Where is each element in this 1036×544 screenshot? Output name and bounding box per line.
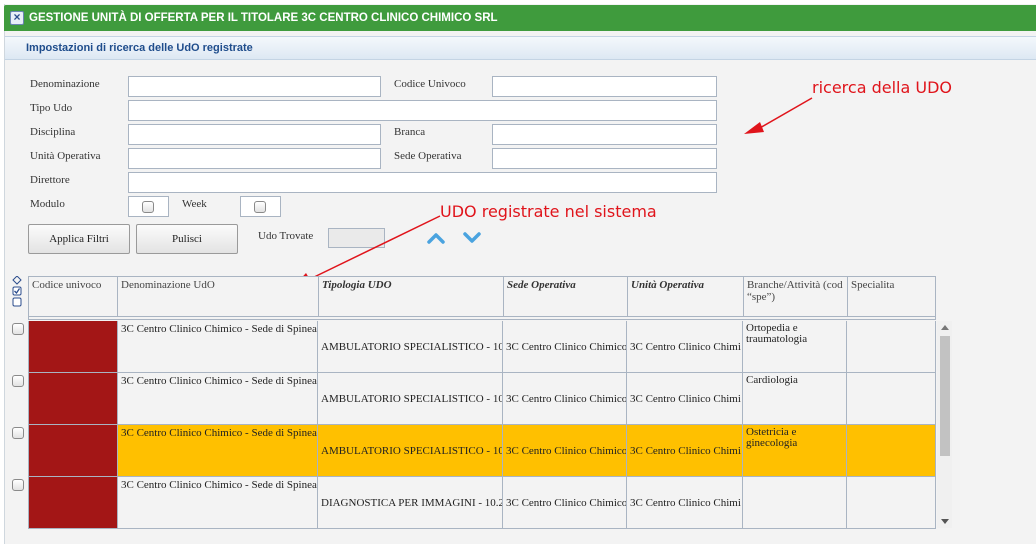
disciplina-field[interactable] — [128, 124, 381, 145]
search-annotation: ricerca della UDO — [812, 78, 952, 97]
disciplina-label: Disciplina — [30, 126, 76, 138]
table-header: Codice univoco Denominazione UdO Tipolog… — [28, 276, 936, 317]
tipo-udo-label: Tipo Udo — [30, 102, 73, 114]
scroll-up-icon[interactable] — [941, 325, 949, 330]
modulo-label: Modulo — [30, 198, 65, 210]
branche-cell — [743, 477, 847, 529]
section-header: Impostazioni di ricerca delle UdO regist… — [5, 36, 1036, 60]
codice-univoco-field[interactable] — [492, 76, 717, 97]
specialita-cell — [847, 425, 936, 477]
row-checkbox[interactable] — [12, 427, 24, 439]
row-checkbox[interactable] — [12, 323, 24, 335]
modulo-checkbox[interactable] — [128, 196, 169, 217]
col-branche[interactable]: Branche/Attività (cod “spe”) — [744, 277, 848, 317]
branche-cell: Cardiologia — [743, 373, 847, 425]
denominazione-cell: 3C Centro Clinico Chimico - Sede di Spin… — [118, 373, 318, 425]
udo-trovate-count — [328, 228, 385, 248]
col-denominazione[interactable]: Denominazione UdO — [118, 277, 319, 317]
sede-cell: 3C Centro Clinico Chimico — [503, 477, 627, 529]
unita-cell: 3C Centro Clinico Chimi — [627, 477, 743, 529]
table-header-spacer — [28, 317, 936, 320]
table-row[interactable]: 3C Centro Clinico Chimico - Sede di Spin… — [28, 321, 936, 373]
denominazione-field[interactable] — [128, 76, 381, 97]
row-checkbox[interactable] — [12, 375, 24, 387]
scroll-thumb[interactable] — [940, 336, 950, 456]
unita-cell: 3C Centro Clinico Chimi — [627, 425, 743, 477]
codice-cell — [28, 425, 118, 477]
unita-cell: 3C Centro Clinico Chimi — [627, 321, 743, 373]
chevron-down-icon[interactable] — [463, 231, 481, 245]
unita-operativa-label: Unità Operativa — [30, 150, 101, 162]
specialita-cell — [847, 321, 936, 373]
col-sede-operativa[interactable]: Sede Operativa — [504, 277, 628, 317]
table-row[interactable]: 3C Centro Clinico Chimico - Sede di Spin… — [28, 477, 936, 529]
tipologia-cell: DIAGNOSTICA PER IMMAGINI - 10.2 — [318, 477, 503, 529]
sede-cell: 3C Centro Clinico Chimico — [503, 373, 627, 425]
denominazione-label: Denominazione — [30, 78, 100, 90]
branche-cell: Ortopedia e traumatologia — [743, 321, 847, 373]
col-unita-operativa[interactable]: Unità Operativa — [628, 277, 744, 317]
sede-cell: 3C Centro Clinico Chimico — [503, 425, 627, 477]
tipo-udo-field[interactable] — [128, 100, 717, 121]
unita-cell: 3C Centro Clinico Chimi — [627, 373, 743, 425]
table-scrollbar[interactable] — [937, 321, 952, 528]
sede-operativa-field[interactable] — [492, 148, 717, 169]
codice-univoco-label: Codice Univoco — [394, 78, 466, 90]
branca-field[interactable] — [492, 124, 717, 145]
unita-operativa-field[interactable] — [128, 148, 381, 169]
clear-button[interactable]: Pulisci — [136, 224, 238, 254]
codice-cell — [28, 321, 118, 373]
row-checkbox[interactable] — [12, 479, 24, 491]
window-title: GESTIONE UNITÀ DI OFFERTA PER IL TITOLAR… — [29, 12, 498, 24]
branche-cell: Ostetricia e ginecologia — [743, 425, 847, 477]
denominazione-cell: 3C Centro Clinico Chimico - Sede di Spin… — [118, 425, 318, 477]
udo-trovate-label: Udo Trovate — [258, 230, 314, 242]
col-tipologia[interactable]: Tipologia UDO — [319, 277, 504, 317]
registered-annotation: UDO registrate nel sistema — [440, 202, 657, 221]
table-row[interactable]: 3C Centro Clinico Chimico - Sede di Spin… — [28, 373, 936, 425]
week-checkbox[interactable] — [240, 196, 281, 217]
section-title: Impostazioni di ricerca delle UdO regist… — [26, 42, 253, 54]
tipologia-cell: AMBULATORIO SPECIALISTICO - 10 — [318, 321, 503, 373]
close-icon[interactable]: × — [10, 11, 24, 25]
codice-cell — [28, 477, 118, 529]
chevron-up-icon[interactable] — [427, 231, 445, 245]
window-titlebar: × GESTIONE UNITÀ DI OFFERTA PER IL TITOL… — [4, 5, 1036, 31]
select-all-icon[interactable] — [12, 275, 22, 313]
direttore-field[interactable] — [128, 172, 717, 193]
direttore-label: Direttore — [30, 174, 70, 186]
tipologia-cell: AMBULATORIO SPECIALISTICO - 10 — [318, 425, 503, 477]
denominazione-cell: 3C Centro Clinico Chimico - Sede di Spin… — [118, 477, 318, 529]
specialita-cell — [847, 477, 936, 529]
scroll-down-icon[interactable] — [941, 519, 949, 524]
col-codice-univoco[interactable]: Codice univoco — [29, 277, 118, 317]
apply-filters-button[interactable]: Applica Filtri — [28, 224, 130, 254]
denominazione-cell: 3C Centro Clinico Chimico - Sede di Spin… — [118, 321, 318, 373]
codice-cell — [28, 373, 118, 425]
col-specialita[interactable]: Specialita — [848, 277, 936, 317]
tipologia-cell: AMBULATORIO SPECIALISTICO - 10 — [318, 373, 503, 425]
specialita-cell — [847, 373, 936, 425]
sede-operativa-label: Sede Operativa — [394, 150, 462, 162]
week-label: Week — [182, 198, 207, 210]
table-row-selected[interactable]: 3C Centro Clinico Chimico - Sede di Spin… — [28, 425, 936, 477]
sede-cell: 3C Centro Clinico Chimico — [503, 321, 627, 373]
branca-label: Branca — [394, 126, 426, 138]
